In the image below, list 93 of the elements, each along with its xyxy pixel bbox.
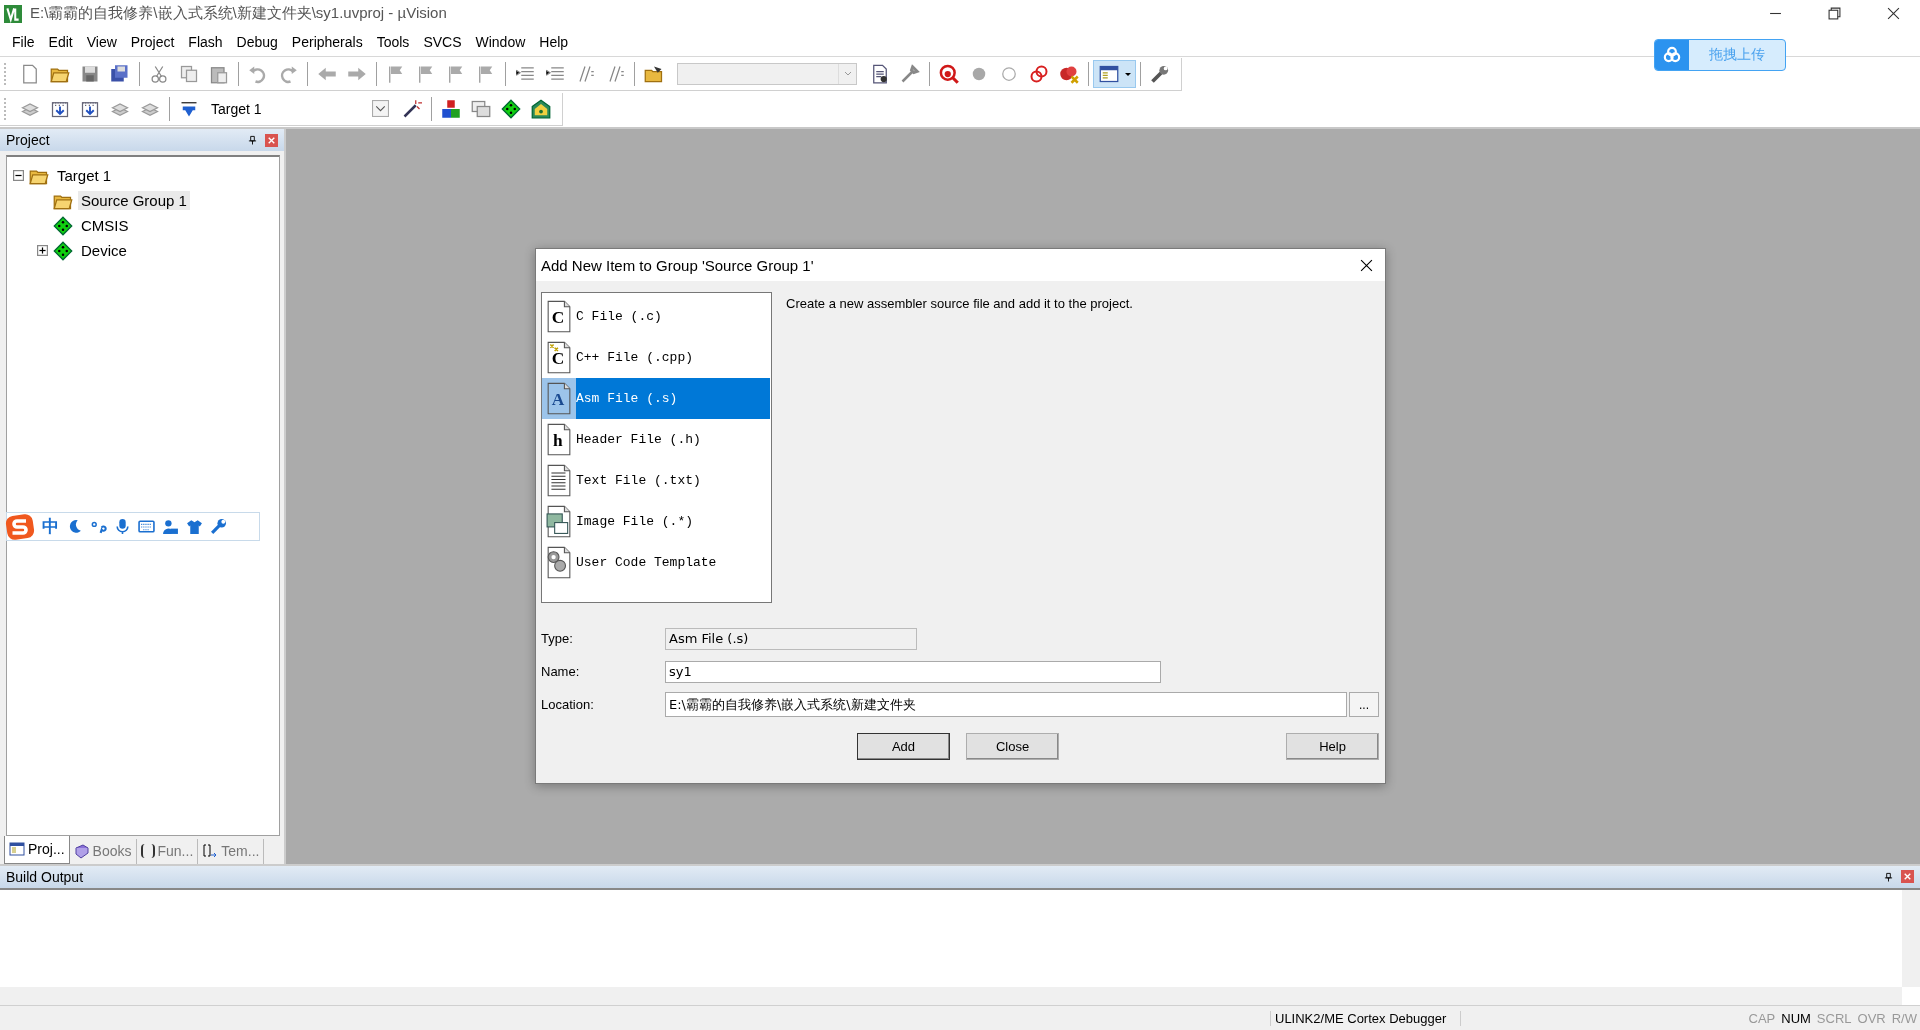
find-in-files-icon[interactable] (870, 63, 890, 84)
ime-mode[interactable]: 中 (42, 515, 59, 539)
wrench-icon[interactable] (210, 518, 227, 536)
menu-item[interactable]: View (80, 33, 125, 50)
type-field[interactable]: Asm File (.s) (665, 627, 917, 650)
tree-item[interactable]: Device (78, 241, 130, 261)
close-icon[interactable] (1887, 7, 1900, 21)
name-field[interactable]: sy1 (665, 660, 1161, 683)
dialog-button[interactable]: Help (1286, 733, 1379, 761)
menu-item[interactable]: Flash (182, 33, 231, 50)
menu-item[interactable]: Tools (370, 33, 418, 50)
tools-icon[interactable] (900, 63, 920, 84)
tree-item[interactable]: Source Group 1 (78, 191, 190, 211)
list-item[interactable]: h Header File (.h) (542, 419, 771, 461)
location-field[interactable]: E:\霸霸的自我修养\嵌入式系统\新建文件夹 (665, 692, 1347, 718)
status-indicator: NUM (1780, 1010, 1812, 1026)
menu-item[interactable]: File (6, 33, 43, 50)
file-icon (546, 505, 572, 539)
list-item[interactable]: Text File (.txt) (542, 460, 771, 502)
cloud-icon (1655, 40, 1689, 71)
field-label: Type: (541, 631, 574, 647)
rings-icon[interactable] (1029, 63, 1049, 84)
list-item[interactable]: C C File (.c) (542, 296, 771, 338)
window-title: E:\霸霸的自我修养\嵌入式系统\新建文件夹\sy1.uvproj - µVision (30, 4, 447, 24)
vertical-scrollbar[interactable] (1902, 889, 1920, 988)
menu-item[interactable]: Project (124, 33, 183, 50)
status-indicator: SCRL (1815, 1010, 1853, 1026)
component-icon (53, 240, 73, 261)
file-icon: C (546, 300, 572, 334)
dialog-title: Add New Item to Group 'Source Group 1' (541, 256, 815, 274)
list-item[interactable]: A Asm File (.s) (542, 378, 770, 420)
status-indicator: OVR (1856, 1010, 1887, 1026)
menu-item[interactable]: Window (469, 33, 534, 50)
user-icon[interactable] (162, 518, 179, 536)
panel-title: Build Output (6, 868, 85, 885)
panel-tab[interactable]: Proj... (4, 835, 70, 864)
shirt-icon[interactable] (186, 518, 203, 536)
keyboard-icon[interactable] (138, 518, 155, 536)
save-all-icon[interactable] (110, 63, 130, 84)
field-label: Location: (541, 697, 595, 713)
component-icon[interactable] (501, 98, 521, 119)
microphone-icon[interactable] (114, 518, 131, 536)
panel-title: Project (6, 132, 51, 149)
window-icon (1099, 63, 1119, 84)
status-indicator: CAP (1747, 1010, 1777, 1026)
menu-item[interactable]: SVCS (417, 33, 470, 50)
status-indicator: R/W (1890, 1010, 1918, 1026)
pin-icon[interactable] (248, 135, 257, 146)
new-file-icon[interactable] (20, 63, 40, 84)
panel-tab[interactable]: Fun... (136, 838, 199, 864)
menu-item[interactable]: Debug (230, 33, 286, 50)
description-text: Create a new assembler source file and add it to the project. (786, 295, 1133, 314)
file-icon: A (546, 382, 572, 416)
template-icon (202, 843, 219, 860)
file-icon (546, 464, 572, 498)
panel-tab[interactable]: Books (69, 838, 137, 864)
menu-item[interactable]: Edit (42, 33, 81, 50)
status-text: ULINK2/ME Cortex Debugger (1270, 1010, 1461, 1026)
tree-item[interactable]: Target 1 (54, 166, 115, 186)
ime-logo-icon[interactable] (5, 511, 35, 542)
horizontal-scrollbar[interactable] (0, 987, 1902, 1006)
windows-icon[interactable] (471, 98, 491, 119)
tree-item[interactable]: CMSIS (78, 216, 132, 236)
file-icon (546, 546, 572, 580)
blocks-icon[interactable] (441, 98, 461, 119)
list-item[interactable]: User Code Template (542, 542, 771, 584)
copy-icon[interactable] (179, 63, 199, 84)
list-item[interactable]: Image File (.*) (542, 501, 771, 543)
expand-icon[interactable] (37, 245, 48, 257)
file-icon: C (546, 341, 572, 375)
panel-tab[interactable]: Tem... (198, 838, 265, 864)
magic-wand-icon[interactable] (402, 98, 422, 119)
dialog-button[interactable]: Close (966, 733, 1059, 761)
dialog-button[interactable]: Add (857, 733, 950, 761)
debug-icon[interactable] (939, 63, 959, 84)
list-item[interactable]: C C++ File (.cpp) (542, 337, 771, 379)
component-icon (53, 215, 73, 236)
restore-icon[interactable] (1828, 7, 1841, 21)
pin-icon[interactable] (1884, 871, 1893, 882)
app-icon (4, 4, 22, 23)
dropdown-icon[interactable] (372, 100, 389, 118)
menu-item[interactable]: Help (533, 33, 577, 50)
file-icon: h (546, 423, 572, 457)
close-icon[interactable] (1360, 258, 1373, 272)
field-label: Name: (541, 664, 581, 680)
window-menu-button[interactable] (1093, 59, 1136, 88)
menu-item[interactable]: Peripherals (285, 33, 371, 50)
wrench-icon[interactable] (1150, 63, 1170, 84)
browse-button[interactable]: ... (1349, 692, 1379, 718)
cut-icon[interactable] (149, 63, 169, 84)
collapse-icon[interactable] (13, 170, 24, 182)
braces-icon (140, 844, 155, 859)
window-icon (9, 841, 25, 858)
